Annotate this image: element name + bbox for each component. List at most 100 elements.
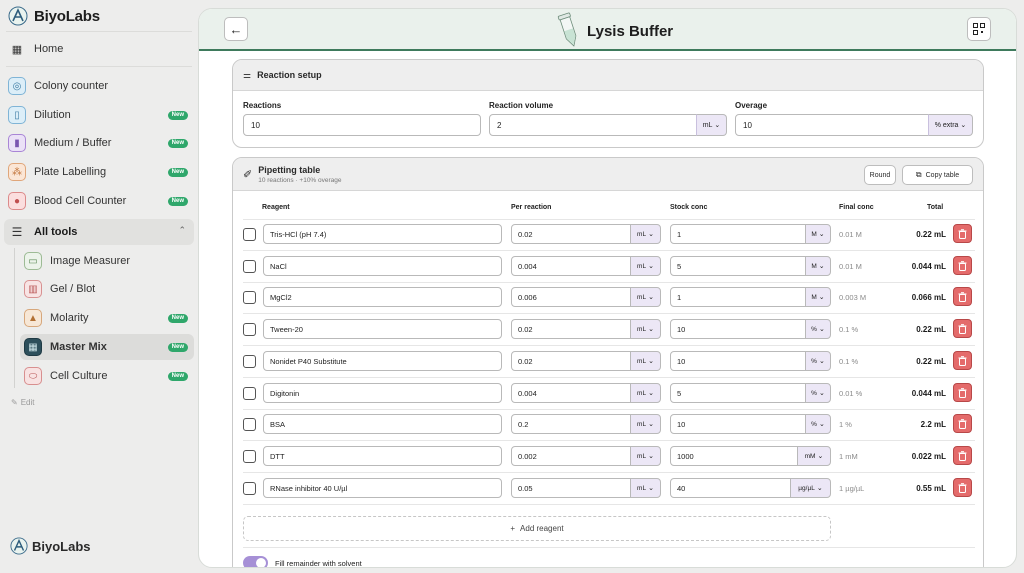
overage-unit-select[interactable]: % extra ⌄ (928, 114, 973, 136)
stock-conc-input[interactable]: 10 (670, 351, 808, 371)
reagent-name-input[interactable]: RNase inhibitor 40 U/µl (263, 478, 502, 498)
per-reaction-unit-select[interactable]: mL ⌄ (630, 414, 661, 434)
sidebar-item-molarity[interactable]: ▲ Molarity New (20, 305, 194, 331)
sidebar-item-colony-counter[interactable]: ◎ Colony counter (4, 73, 194, 99)
unit-label: M (811, 230, 817, 238)
delete-row-button[interactable] (953, 383, 972, 402)
chevron-down-icon: ⌄ (648, 485, 654, 492)
trash-icon (958, 291, 967, 302)
stock-conc-input[interactable]: 5 (670, 383, 808, 403)
stock-conc-input[interactable]: 5 (670, 256, 808, 276)
stock-conc-unit-select[interactable]: M ⌄ (805, 224, 831, 244)
per-reaction-unit-select[interactable]: mL ⌄ (630, 446, 661, 466)
row-checkbox[interactable] (243, 418, 256, 431)
stock-conc-unit-select[interactable]: M ⌄ (805, 287, 831, 307)
sidebar-item-plate-labelling[interactable]: ⁂ Plate Labelling New (4, 159, 194, 185)
stock-conc-unit-select[interactable]: M ⌄ (805, 256, 831, 276)
sidebar-all-tools-toggle[interactable]: ☰ All tools ⌃ (4, 219, 194, 245)
delete-row-button[interactable] (953, 351, 972, 370)
overage-input[interactable]: 10 (735, 114, 931, 136)
sidebar-item-dilution[interactable]: ▯ Dilution New (4, 102, 194, 128)
stock-conc-input[interactable]: 1 (670, 224, 808, 244)
stock-conc-unit-select[interactable]: % ⌄ (805, 414, 831, 434)
reactions-input[interactable]: 10 (243, 114, 481, 136)
reagent-name-input[interactable]: Tween-20 (263, 319, 502, 339)
sidebar-item-image-measurer[interactable]: ▭ Image Measurer (20, 248, 194, 274)
reagent-name-input[interactable]: Nonidet P40 Substitute (263, 351, 502, 371)
row-checkbox[interactable] (243, 450, 256, 463)
reaction-volume-input[interactable]: 2 (489, 114, 699, 136)
delete-row-button[interactable] (953, 414, 972, 433)
per-reaction-input[interactable]: 0.05 (511, 478, 633, 498)
stock-conc-unit-select[interactable]: µg/µL ⌄ (790, 478, 831, 498)
per-reaction-input[interactable]: 0.002 (511, 446, 633, 466)
reaction-volume-unit-select[interactable]: mL ⌄ (696, 114, 727, 136)
reagent-name-input[interactable]: Tris-HCl (pH 7.4) (263, 224, 502, 244)
sidebar-item-label: Plate Labelling (34, 166, 107, 178)
sidebar-item-blood-cell-counter[interactable]: ● Blood Cell Counter New (4, 188, 194, 214)
row-checkbox[interactable] (243, 291, 256, 304)
per-reaction-unit-select[interactable]: mL ⌄ (630, 287, 661, 307)
stock-conc-input[interactable]: 1000 (670, 446, 800, 466)
reagent-name-input[interactable]: MgCl2 (263, 287, 502, 307)
sidebar-item-gel-blot[interactable]: ▥ Gel / Blot (20, 276, 194, 302)
delete-row-button[interactable] (953, 287, 972, 306)
sidebar-item-home[interactable]: ▦ Home (4, 36, 194, 62)
per-reaction-input[interactable]: 0.004 (511, 256, 633, 276)
reagent-name-input[interactable]: NaCl (263, 256, 502, 276)
per-reaction-input[interactable]: 0.02 (511, 224, 633, 244)
sidebar-item-master-mix[interactable]: ▦ Master Mix New (20, 334, 194, 360)
per-reaction-unit-select[interactable]: mL ⌄ (630, 478, 661, 498)
per-reaction-input[interactable]: 0.004 (511, 383, 633, 403)
stock-conc-input[interactable]: 10 (670, 319, 808, 339)
qr-code-button[interactable] (967, 17, 991, 41)
per-reaction-unit-select[interactable]: mL ⌄ (630, 224, 661, 244)
per-reaction-unit-select[interactable]: mL ⌄ (630, 383, 661, 403)
row-checkbox[interactable] (243, 482, 256, 495)
delete-row-button[interactable] (953, 224, 972, 243)
total-value: 0.55 mL (916, 484, 946, 493)
row-checkbox[interactable] (243, 355, 256, 368)
delete-row-button[interactable] (953, 446, 972, 465)
plate-icon: ⁂ (8, 163, 26, 181)
chevron-down-icon: ⌄ (648, 294, 654, 301)
back-button[interactable]: ← (224, 17, 248, 41)
per-reaction-unit-select[interactable]: mL ⌄ (630, 351, 661, 371)
reagent-name-input[interactable]: BSA (263, 414, 502, 434)
per-reaction-input[interactable]: 0.006 (511, 287, 633, 307)
header-bar: ← Lysis Buffer (199, 9, 1016, 51)
stock-conc-input[interactable]: 40 (670, 478, 795, 498)
copy-table-button[interactable]: ⧉ Copy table (902, 165, 973, 185)
stock-conc-unit-select[interactable]: % ⌄ (805, 319, 831, 339)
delete-row-button[interactable] (953, 478, 972, 497)
add-reagent-button[interactable]: + Add reagent (243, 516, 831, 541)
edit-tools-link[interactable]: ✎ Edit (11, 398, 35, 407)
reagent-name-input[interactable]: Digitonin (263, 383, 502, 403)
per-reaction-input[interactable]: 0.02 (511, 319, 633, 339)
row-checkbox[interactable] (243, 323, 256, 336)
per-reaction-input[interactable]: 0.2 (511, 414, 633, 434)
sidebar-item-medium-buffer[interactable]: ▮ Medium / Buffer New (4, 130, 194, 156)
per-reaction-unit-select[interactable]: mL ⌄ (630, 319, 661, 339)
stock-conc-unit-select[interactable]: mM ⌄ (797, 446, 831, 466)
stock-conc-input[interactable]: 10 (670, 414, 808, 434)
round-button[interactable]: Round (864, 165, 896, 185)
delete-row-button[interactable] (953, 256, 972, 275)
divider (243, 504, 975, 505)
delete-row-button[interactable] (953, 319, 972, 338)
sidebar-item-cell-culture[interactable]: ⬭ Cell Culture New (20, 363, 194, 389)
per-reaction-unit-select[interactable]: mL ⌄ (630, 256, 661, 276)
brand[interactable]: BiyoLabs (8, 6, 100, 26)
pipetting-table-card: ✐ Pipetting table 10 reactions · +10% ov… (232, 157, 984, 567)
new-badge: New (167, 343, 188, 352)
per-reaction-input[interactable]: 0.02 (511, 351, 633, 371)
row-checkbox[interactable] (243, 260, 256, 273)
stock-conc-unit-select[interactable]: % ⌄ (805, 351, 831, 371)
stock-conc-unit-select[interactable]: % ⌄ (805, 383, 831, 403)
fill-remainder-toggle[interactable] (243, 556, 268, 567)
row-checkbox[interactable] (243, 387, 256, 400)
stock-conc-input[interactable]: 1 (670, 287, 808, 307)
reagent-name-input[interactable]: DTT (263, 446, 502, 466)
chevron-down-icon: ⌄ (648, 390, 654, 397)
row-checkbox[interactable] (243, 228, 256, 241)
